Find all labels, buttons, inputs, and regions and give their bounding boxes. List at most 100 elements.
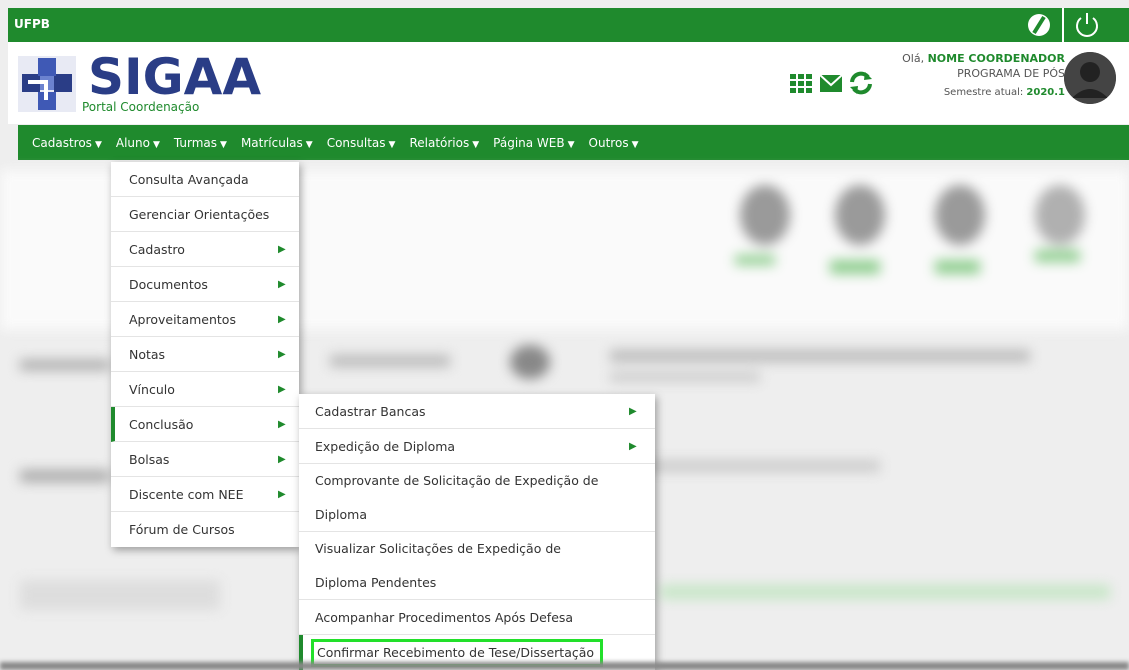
institution-label: UFPB (14, 17, 50, 31)
blurred-shape (20, 580, 220, 610)
semester-label: Semestre atual: (943, 87, 1027, 98)
blurred-shape (935, 260, 980, 274)
header: SIGAA Portal Coordenação Olá, NOME COORD… (8, 42, 1129, 124)
menu-item-label: Gerenciar Orientações (129, 207, 270, 222)
menu-item-aproveitamentos[interactable]: Aproveitamentos ▶ (111, 302, 299, 337)
menu-label: Aluno (115, 135, 150, 150)
refresh-icon[interactable] (848, 70, 874, 96)
menu-item-label: Expedição de Diploma (315, 439, 456, 454)
menu-label: Turmas (173, 135, 218, 150)
menu-item-consulta-avancada[interactable]: Consulta Avançada (111, 162, 299, 197)
menu-aluno[interactable]: Aluno ▼ (116, 136, 160, 150)
avatar[interactable] (1064, 52, 1116, 104)
menu-label: Consultas (326, 135, 386, 150)
chevron-right-icon: ▶ (278, 314, 286, 325)
conclusao-submenu: Cadastrar Bancas ▶ Expedição de Diploma ▶ … (299, 394, 655, 670)
menu-item-forum-cursos[interactable]: Fórum de Cursos (111, 512, 299, 547)
chevron-right-icon: ▶ (278, 279, 286, 290)
menu-label: Outros (588, 135, 629, 150)
blurred-shape (740, 185, 790, 245)
caret-down-icon: ▼ (567, 139, 575, 150)
menu-item-label: Fórum de Cursos (129, 522, 235, 537)
menu-item-visualizar-solicitacoes[interactable]: Visualizar Solicitações de Expedição de … (299, 532, 655, 600)
chevron-right-icon: ▶ (278, 349, 286, 360)
menu-item-label: Notas (129, 347, 166, 362)
menu-item-documentos[interactable]: Documentos ▶ (111, 267, 299, 302)
blurred-shape (830, 260, 880, 274)
mail-icon[interactable] (818, 70, 844, 96)
menu-item-cadastro[interactable]: Cadastro ▶ (111, 232, 299, 267)
chevron-right-icon: ▶ (629, 406, 637, 417)
user-name: NOME COORDENADOR (927, 52, 1065, 65)
blurred-shape (610, 372, 760, 382)
menu-item-label: Documentos (129, 277, 208, 292)
blurred-shape (20, 360, 110, 370)
chevron-right-icon: ▶ (629, 441, 637, 452)
menu-item-acompanhar-procedimentos[interactable]: Acompanhar Procedimentos Após Defesa (299, 600, 655, 635)
logo-title: SIGAA (88, 48, 262, 106)
blurred-shape (835, 185, 885, 245)
menu-turmas[interactable]: Turmas ▼ (174, 136, 227, 150)
portal-subtitle: Portal Coordenação (82, 100, 200, 114)
blurred-shape (510, 345, 550, 379)
greeting-prefix: Olá, (902, 52, 928, 65)
chevron-right-icon: ▶ (278, 244, 286, 255)
blurred-shape (935, 185, 985, 245)
blurred-shape (1035, 185, 1085, 245)
menu-label: Relatórios (409, 135, 470, 150)
menu-item-label: Aproveitamentos (129, 312, 236, 327)
blurred-shape (610, 350, 1030, 362)
menu-item-comprovante-solicitacao[interactable]: Comprovante de Solicitação de Expedição … (299, 464, 655, 532)
menu-item-label: Visualizar Solicitações de Expedição de … (315, 541, 561, 590)
caret-down-icon: ▼ (472, 139, 480, 150)
menu-item-gerenciar-orientacoes[interactable]: Gerenciar Orientações (111, 197, 299, 232)
program-name: PROGRAMA DE PÓS (957, 67, 1065, 80)
blurred-shape (660, 585, 1110, 599)
blurred-shape (735, 255, 775, 265)
menu-label: Matrículas (240, 135, 303, 150)
apps-grid-icon[interactable] (788, 70, 814, 96)
contrast-icon[interactable] (1026, 12, 1052, 38)
user-greeting: Olá, NOME COORDENADOR (902, 52, 1065, 65)
menu-item-bolsas[interactable]: Bolsas ▶ (111, 442, 299, 477)
menu-item-conclusao[interactable]: Conclusão ▶ (111, 407, 299, 442)
page-bottom-edge (0, 662, 1129, 670)
caret-down-icon: ▼ (152, 139, 160, 150)
power-icon[interactable] (1072, 10, 1102, 40)
user-info: Olá, NOME COORDENADOR PROGRAMA DE PÓS Se… (902, 52, 1065, 98)
menu-item-notas[interactable]: Notas ▶ (111, 337, 299, 372)
menu-consultas[interactable]: Consultas ▼ (327, 136, 396, 150)
menu-item-cadastrar-bancas[interactable]: Cadastrar Bancas ▶ (299, 394, 655, 429)
blurred-shape (620, 460, 880, 472)
blurred-shape (20, 470, 110, 482)
caret-down-icon: ▼ (631, 139, 639, 150)
menu-item-label: Vínculo (129, 382, 175, 397)
chevron-right-icon: ▶ (278, 489, 286, 500)
aluno-dropdown-menu: Consulta Avançada Gerenciar Orientações … (111, 162, 299, 547)
menu-item-label: Cadastro (129, 242, 185, 257)
menu-item-label: Discente com NEE (129, 487, 244, 502)
menu-cadastros[interactable]: Cadastros ▼ (32, 136, 102, 150)
blurred-shape (1035, 250, 1080, 262)
menu-pagina-web[interactable]: Página WEB ▼ (493, 136, 574, 150)
semester-value: 2020.1 (1026, 87, 1065, 98)
menu-item-label: Consulta Avançada (129, 172, 249, 187)
caret-down-icon: ▼ (220, 139, 227, 150)
top-bar: UFPB (8, 8, 1129, 42)
menu-item-label: Acompanhar Procedimentos Após Defesa (315, 610, 574, 625)
chevron-right-icon: ▶ (278, 454, 286, 465)
menu-label: Cadastros (32, 135, 92, 150)
main-menubar: Cadastros ▼ Aluno ▼ Turmas ▼ Matrículas ▼ Co… (18, 125, 1129, 160)
menu-item-label: Comprovante de Solicitação de Expedição … (315, 473, 599, 522)
menu-item-label: Cadastrar Bancas (315, 404, 426, 419)
menu-item-discente-nee[interactable]: Discente com NEE ▶ (111, 477, 299, 512)
menu-matriculas[interactable]: Matrículas ▼ (241, 136, 313, 150)
app-frame: { "topbar": { "institution": "UFPB" }, "… (0, 0, 1129, 670)
menu-item-vinculo[interactable]: Vínculo ▶ (111, 372, 299, 407)
menu-relatorios[interactable]: Relatórios ▼ (409, 136, 479, 150)
menu-item-label: Bolsas (129, 452, 170, 467)
menu-outros[interactable]: Outros ▼ (589, 136, 639, 150)
topbar-divider (1062, 8, 1064, 42)
menu-item-expedicao-diploma[interactable]: Expedição de Diploma ▶ (299, 429, 655, 464)
menu-item-label: Conclusão (129, 417, 194, 432)
